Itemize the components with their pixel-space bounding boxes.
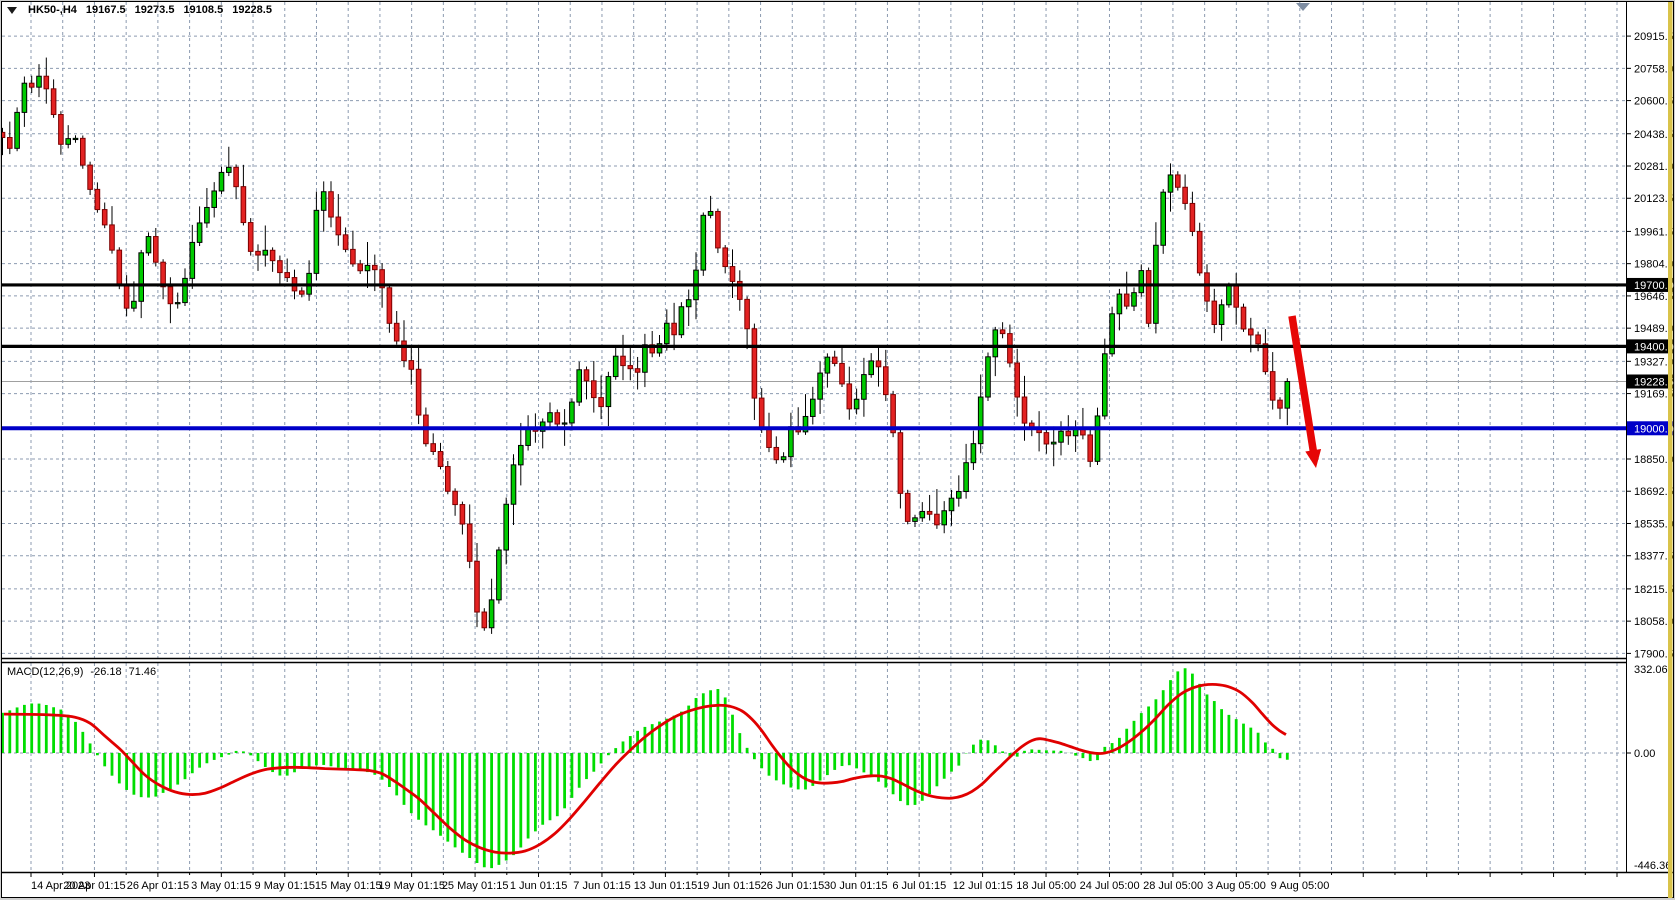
price-label: 20438.5	[1634, 129, 1674, 141]
price-label: 20758.0	[1634, 63, 1674, 75]
time-label: 1 Jun 01:15	[510, 880, 568, 892]
price-badge-19000.0-text: 19000.0	[1634, 423, 1674, 435]
price-label: 20281.0	[1634, 161, 1674, 173]
chart-canvas[interactable]: 20915.5 20758.0 20600.5 20438.5 20281.0 20123…	[0, 0, 1675, 900]
price-scale[interactable]: 20915.5 20758.0 20600.5 20438.5 20281.0 20123…	[1626, 2, 1674, 872]
price-label: 20600.5	[1634, 96, 1674, 108]
time-label: 3 Aug 05:00	[1207, 880, 1266, 892]
ohlc-low: 19108.5	[183, 4, 223, 16]
macd-zero-label: 0.00	[1634, 748, 1655, 760]
ohlc-high: 19273.5	[135, 4, 175, 16]
chart-background	[2, 2, 1674, 898]
time-label: 9 May 01:15	[255, 880, 316, 892]
time-label: 12 Jul 01:15	[953, 880, 1013, 892]
macd-indicator-label: MACD(12,26,9) -26.18 71.46	[7, 666, 156, 678]
price-badge-19700.0-text: 19700.0	[1634, 280, 1674, 292]
price-label: 18215.5	[1634, 584, 1674, 596]
price-label: 18692.5	[1634, 486, 1674, 498]
price-label: 19961.5	[1634, 226, 1674, 238]
time-label: 9 Aug 05:00	[1271, 880, 1330, 892]
time-label: 24 Jul 05:00	[1080, 880, 1140, 892]
time-label: 25 May 01:15	[442, 880, 509, 892]
price-label: 18377.5	[1634, 551, 1674, 563]
price-label: 18850.0	[1634, 454, 1674, 466]
time-label: 26 Apr 01:15	[127, 880, 189, 892]
price-label: 20123.5	[1634, 193, 1674, 205]
current-price-badge-text: 19228.5	[1634, 376, 1674, 388]
symbol-dropdown-icon[interactable]	[7, 7, 17, 14]
macd-max-label: 332.06	[1634, 664, 1668, 676]
chart-window: 20915.5 20758.0 20600.5 20438.5 20281.0 20123…	[0, 0, 1675, 900]
price-label: 19489.0	[1634, 323, 1674, 335]
time-label: 7 Jun 01:15	[573, 880, 631, 892]
time-label: 20 Apr 01:15	[63, 880, 125, 892]
macd-name: MACD(12,26,9)	[7, 666, 83, 678]
price-label: 19646.5	[1634, 291, 1674, 303]
price-label: 18058.0	[1634, 616, 1674, 628]
time-label: 13 Jun 01:15	[634, 880, 698, 892]
time-label: 19 May 01:15	[378, 880, 445, 892]
time-label: 3 May 01:15	[191, 880, 252, 892]
time-label: 6 Jul 01:15	[892, 880, 946, 892]
ohlc-close: 19228.5	[232, 4, 272, 16]
time-label: 26 Jun 01:15	[761, 880, 825, 892]
time-label: 28 Jul 05:00	[1143, 880, 1203, 892]
time-label: 15 May 01:15	[315, 880, 382, 892]
price-label: 19327.0	[1634, 356, 1674, 368]
price-label: 19804.0	[1634, 259, 1674, 271]
time-label: 18 Jul 05:00	[1016, 880, 1076, 892]
price-label: 18535.0	[1634, 518, 1674, 530]
macd-min-label: -446.36	[1634, 860, 1671, 872]
time-label: 19 Jun 01:15	[697, 880, 761, 892]
symbol-label: HK50-,H4	[28, 4, 77, 16]
price-label: 19169.5	[1634, 389, 1674, 401]
price-label: 17900.5	[1634, 648, 1674, 660]
time-label: 30 Jun 01:15	[824, 880, 888, 892]
price-label: 20915.5	[1634, 31, 1674, 43]
macd-signal-value: 71.46	[129, 666, 157, 678]
window-edge-strip	[1668, 2, 1673, 898]
chart-header: HK50-,H4 19167.5 19273.5 19108.5 19228.5	[7, 4, 272, 16]
time-axis[interactable]: 14 Apr 202320 Apr 01:1526 Apr 01:153 May…	[2, 872, 1674, 893]
ohlc-open: 19167.5	[86, 4, 126, 16]
macd-value: -26.18	[90, 666, 121, 678]
price-badge-19400.0-text: 19400.0	[1634, 341, 1674, 353]
